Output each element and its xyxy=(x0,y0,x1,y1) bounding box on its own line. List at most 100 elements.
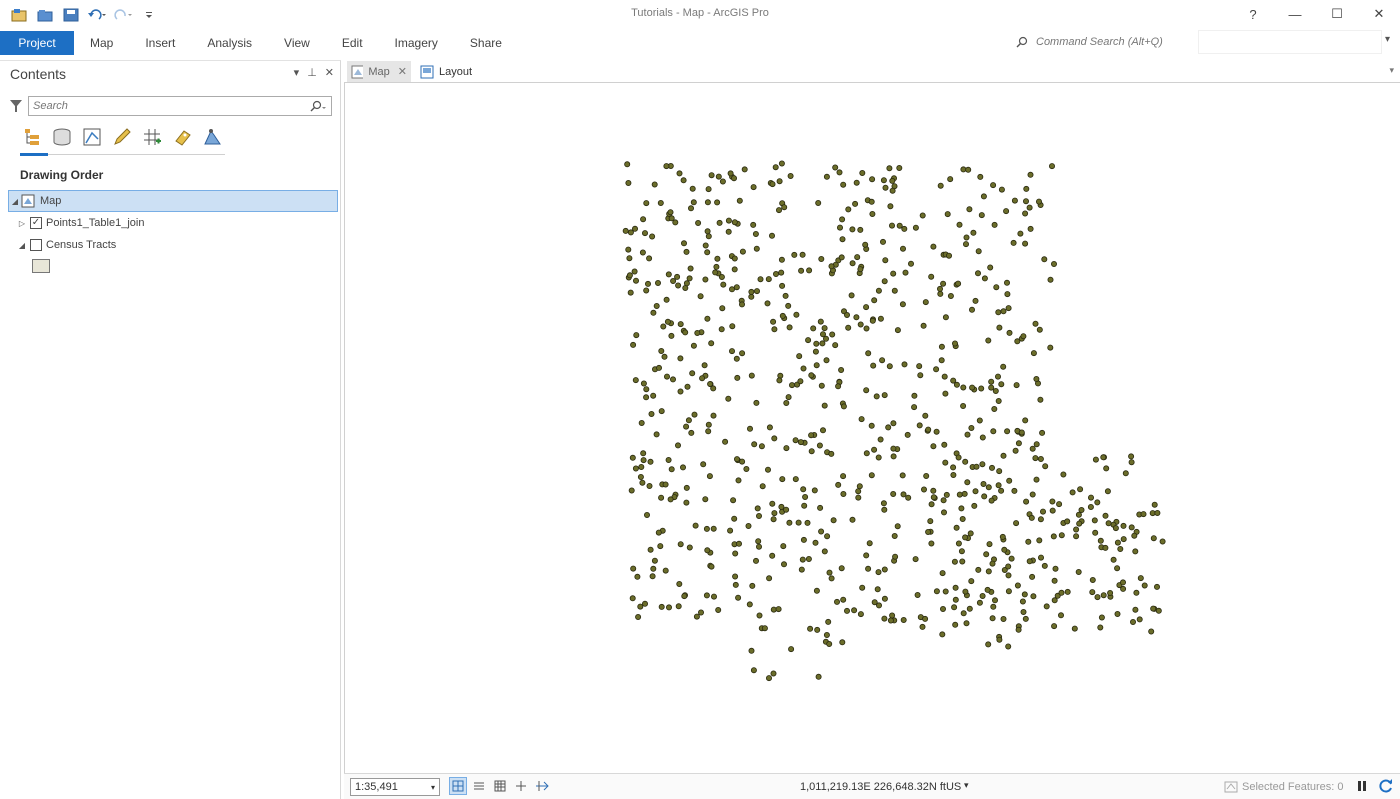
point-feature[interactable] xyxy=(1006,589,1011,594)
point-feature[interactable] xyxy=(829,451,834,456)
point-feature[interactable] xyxy=(766,676,771,681)
point-feature[interactable] xyxy=(647,483,652,488)
point-feature[interactable] xyxy=(732,267,737,272)
point-feature[interactable] xyxy=(1027,205,1032,210)
point-feature[interactable] xyxy=(721,282,726,287)
point-feature[interactable] xyxy=(963,459,968,464)
point-feature[interactable] xyxy=(1023,199,1028,204)
point-feature[interactable] xyxy=(639,420,644,425)
point-feature[interactable] xyxy=(659,348,664,353)
point-feature[interactable] xyxy=(977,600,982,605)
point-feature[interactable] xyxy=(951,465,956,470)
point-feature[interactable] xyxy=(666,605,671,610)
point-feature[interactable] xyxy=(734,457,739,462)
tab-edit[interactable]: Edit xyxy=(326,31,379,55)
point-feature[interactable] xyxy=(923,616,928,621)
point-feature[interactable] xyxy=(726,218,731,223)
point-feature[interactable] xyxy=(1160,539,1165,544)
point-feature[interactable] xyxy=(648,547,653,552)
point-feature[interactable] xyxy=(779,504,784,509)
point-feature[interactable] xyxy=(929,274,934,279)
point-feature[interactable] xyxy=(895,328,900,333)
point-feature[interactable] xyxy=(839,367,844,372)
point-feature[interactable] xyxy=(705,250,710,255)
point-feature[interactable] xyxy=(1149,629,1154,634)
pause-drawing-icon[interactable] xyxy=(1356,779,1368,793)
point-feature[interactable] xyxy=(940,632,945,637)
selected-features[interactable]: Selected Features: 0 xyxy=(1224,781,1344,793)
point-feature[interactable] xyxy=(711,594,716,599)
point-feature[interactable] xyxy=(1099,615,1104,620)
point-feature[interactable] xyxy=(967,606,972,611)
point-feature[interactable] xyxy=(923,413,928,418)
point-feature[interactable] xyxy=(770,182,775,187)
point-feature[interactable] xyxy=(966,167,971,172)
point-feature[interactable] xyxy=(1130,619,1135,624)
point-feature[interactable] xyxy=(995,374,1000,379)
point-feature[interactable] xyxy=(1026,539,1031,544)
point-feature[interactable] xyxy=(678,389,683,394)
point-feature[interactable] xyxy=(688,266,693,271)
point-feature[interactable] xyxy=(756,513,761,518)
point-feature[interactable] xyxy=(675,274,680,279)
point-feature[interactable] xyxy=(818,319,823,324)
point-feature[interactable] xyxy=(675,443,680,448)
point-feature[interactable] xyxy=(665,319,670,324)
point-feature[interactable] xyxy=(859,417,864,422)
point-feature[interactable] xyxy=(815,627,820,632)
point-feature[interactable] xyxy=(807,268,812,273)
point-feature[interactable] xyxy=(705,548,710,553)
point-feature[interactable] xyxy=(961,611,966,616)
point-feature[interactable] xyxy=(751,222,756,227)
point-feature[interactable] xyxy=(963,242,968,247)
point-feature[interactable] xyxy=(703,497,708,502)
point-feature[interactable] xyxy=(999,488,1004,493)
point-feature[interactable] xyxy=(650,234,655,239)
point-feature[interactable] xyxy=(820,428,825,433)
point-feature[interactable] xyxy=(1033,321,1038,326)
point-feature[interactable] xyxy=(728,528,733,533)
point-feature[interactable] xyxy=(1044,604,1049,609)
point-feature[interactable] xyxy=(980,462,985,467)
point-feature[interactable] xyxy=(776,208,781,213)
point-feature[interactable] xyxy=(686,418,691,423)
point-feature[interactable] xyxy=(1052,624,1057,629)
point-feature[interactable] xyxy=(934,429,939,434)
point-feature[interactable] xyxy=(1006,573,1011,578)
point-feature[interactable] xyxy=(691,343,696,348)
point-feature[interactable] xyxy=(740,249,745,254)
point-feature[interactable] xyxy=(964,621,969,626)
close-pane-icon[interactable]: ✕ xyxy=(325,66,334,79)
point-feature[interactable] xyxy=(961,167,966,172)
point-feature[interactable] xyxy=(780,283,785,288)
point-feature[interactable] xyxy=(705,316,710,321)
point-feature[interactable] xyxy=(680,465,685,470)
point-feature[interactable] xyxy=(1115,611,1120,616)
point-feature[interactable] xyxy=(1048,277,1053,282)
point-feature[interactable] xyxy=(1007,330,1012,335)
point-feature[interactable] xyxy=(1023,418,1028,423)
point-feature[interactable] xyxy=(633,378,638,383)
minimize-button[interactable]: — xyxy=(1274,0,1316,28)
point-feature[interactable] xyxy=(749,289,754,294)
point-feature[interactable] xyxy=(912,405,917,410)
point-feature[interactable] xyxy=(928,519,933,524)
point-feature[interactable] xyxy=(929,502,934,507)
point-feature[interactable] xyxy=(711,526,716,531)
point-feature[interactable] xyxy=(623,228,628,233)
maximize-button[interactable]: ☐ xyxy=(1316,0,1358,28)
point-feature[interactable] xyxy=(629,488,634,493)
map-view[interactable] xyxy=(344,82,1400,773)
point-feature[interactable] xyxy=(901,492,906,497)
point-feature[interactable] xyxy=(769,233,774,238)
point-feature[interactable] xyxy=(977,418,982,423)
point-feature[interactable] xyxy=(1105,489,1110,494)
point-feature[interactable] xyxy=(1037,327,1042,332)
point-feature[interactable] xyxy=(1113,526,1118,531)
charts-icon[interactable] xyxy=(200,125,224,149)
point-feature[interactable] xyxy=(1038,456,1043,461)
point-feature[interactable] xyxy=(858,267,863,272)
close-tab-icon[interactable]: ✕ xyxy=(398,65,407,78)
point-feature[interactable] xyxy=(1028,172,1033,177)
point-feature[interactable] xyxy=(1011,240,1016,245)
